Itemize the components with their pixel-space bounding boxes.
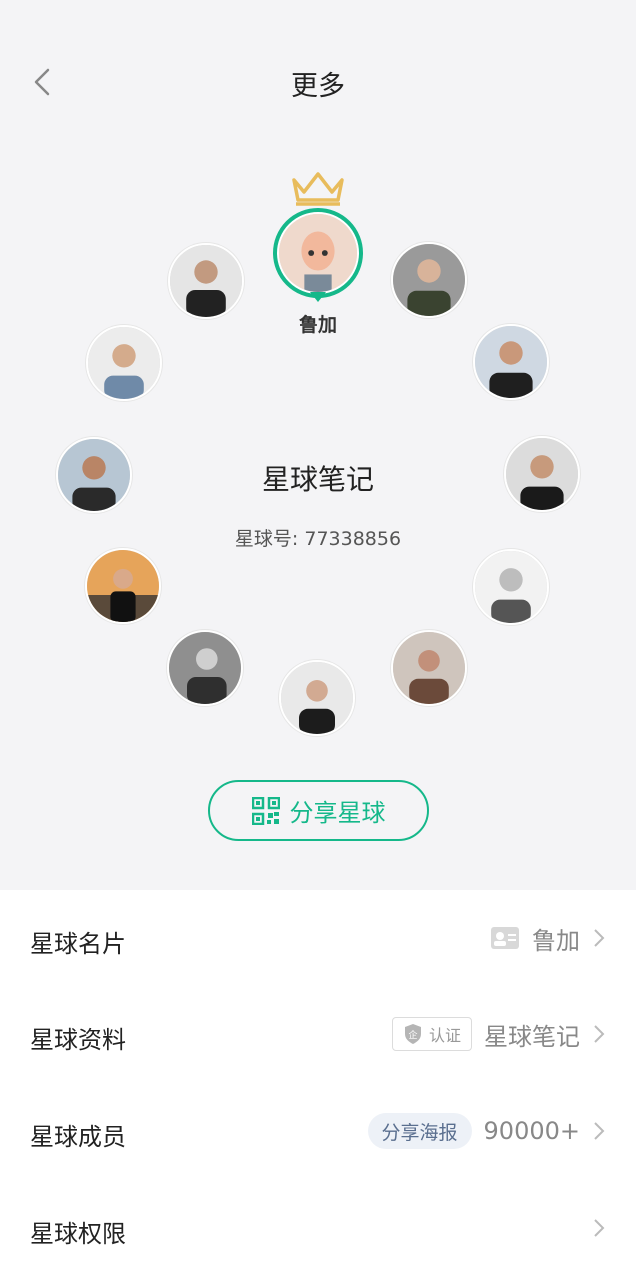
owner-pointer: [310, 292, 326, 302]
crown-icon: [292, 172, 344, 206]
member-avatar[interactable]: [391, 242, 467, 318]
enterprise-shield-icon: 企: [404, 1024, 421, 1044]
chevron-right-icon: [594, 1219, 605, 1237]
chevron-right-icon: [594, 929, 605, 947]
row-planet-profile[interactable]: 星球资料 企 认证 星球笔记: [0, 986, 636, 1082]
row-value: 90000+: [483, 1117, 580, 1145]
row-planet-card[interactable]: 星球名片 鲁加: [0, 890, 636, 986]
qrcode-icon: [251, 796, 280, 825]
row-title: 星球资料: [30, 1026, 126, 1054]
member-avatar[interactable]: [85, 548, 161, 624]
row-value: 星球笔记: [484, 1022, 580, 1051]
settings-list: 星球名片 鲁加 星球资料 企 认证 星球笔记 星球成员 分享海报 90000+ …: [0, 890, 636, 1280]
id-card-icon: [491, 927, 519, 949]
row-title: 星球名片: [30, 930, 126, 958]
member-avatar[interactable]: [473, 324, 549, 400]
owner-avatar[interactable]: [279, 214, 357, 292]
certified-badge: 企 认证: [391, 1017, 472, 1051]
row-value: 鲁加: [532, 926, 580, 955]
member-avatar[interactable]: [391, 630, 467, 706]
share-planet-label: 分享星球: [289, 799, 386, 827]
member-avatar[interactable]: [473, 549, 549, 625]
nav-bar: 更多: [0, 0, 636, 120]
row-planet-members[interactable]: 星球成员 分享海报 90000+: [0, 1083, 636, 1179]
row-title: 星球成员: [30, 1123, 126, 1151]
chevron-right-icon: [594, 1025, 605, 1043]
row-planet-permissions[interactable]: 星球权限: [0, 1180, 636, 1276]
planet-id: 星球号: 77338856: [234, 528, 402, 550]
planet-name: 星球笔记: [261, 463, 374, 496]
certified-badge-label: 认证: [428, 1026, 461, 1045]
share-planet-button[interactable]: 分享星球: [208, 780, 429, 841]
page-title: 更多: [291, 71, 345, 102]
owner-name: 鲁加: [298, 314, 337, 336]
member-avatar[interactable]: [86, 325, 162, 401]
chevron-right-icon: [594, 1122, 605, 1140]
share-poster-button[interactable]: 分享海报: [367, 1113, 472, 1149]
member-avatar[interactable]: [279, 660, 355, 736]
member-avatar[interactable]: [168, 243, 244, 319]
member-avatar[interactable]: [167, 630, 243, 706]
svg-text:企: 企: [408, 1029, 417, 1041]
row-title: 星球权限: [30, 1220, 126, 1248]
